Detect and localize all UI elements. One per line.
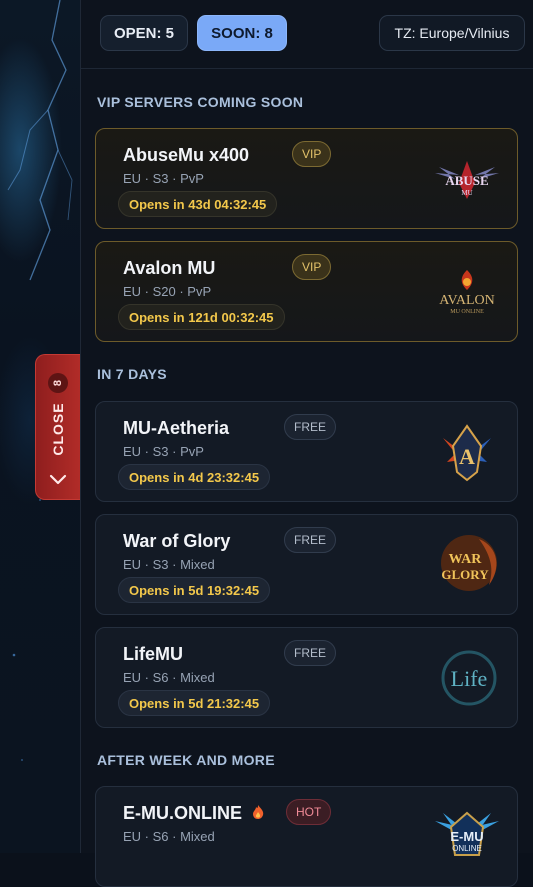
server-meta: EU · S6 · Mixed [123, 829, 215, 844]
svg-text:E-MU: E-MU [450, 829, 483, 844]
svg-text:A: A [459, 444, 475, 469]
section-title-vip: VIP SERVERS COMING SOON [97, 94, 304, 110]
svg-text:ONLINE: ONLINE [452, 844, 482, 853]
close-tab-label: CLOSE [50, 402, 66, 456]
server-meta: EU · S3 · Mixed [123, 557, 215, 572]
free-badge: FREE [284, 414, 337, 440]
server-name: LifeMU [123, 644, 183, 664]
close-panel-tab[interactable]: 8 CLOSE [35, 354, 80, 500]
free-badge: FREE [284, 640, 337, 666]
avalon-logo-icon: AVALON MU ONLINE [439, 270, 495, 315]
opening-countdown: Opens in 43d 04:32:45 [118, 191, 278, 217]
svg-text:AVALON: AVALON [439, 293, 495, 308]
free-badge: FREE [284, 527, 337, 553]
svg-text:MU: MU [461, 189, 472, 197]
server-name-row: E-MU.ONLINE [123, 803, 265, 824]
close-tab-count-badge: 8 [48, 373, 68, 393]
servers-panel: OPEN: 5 SOON: 8 TZ: Europe/Vilnius VIP S… [80, 0, 533, 887]
section-title-after-week: AFTER WEEK AND MORE [97, 752, 275, 768]
abusemu-logo-icon: ABUSE MU [435, 161, 499, 199]
opening-countdown: Opens in 121d 00:32:45 [118, 304, 285, 330]
opening-countdown: Opens in 5d 21:32:45 [118, 690, 271, 716]
timezone-selector[interactable]: TZ: Europe/Vilnius [379, 15, 525, 51]
hot-badge: HOT [286, 799, 332, 825]
server-name: MU-Aetheria [123, 418, 230, 438]
emu-online-logo-icon: E-MU ONLINE [435, 811, 499, 856]
server-card[interactable]: War of Glory FREE EU · S3 · Mixed Opens … [95, 514, 518, 615]
aetheria-logo-icon: A [443, 424, 491, 482]
server-name: War of Glory [123, 531, 231, 551]
server-card[interactable]: Avalon MU VIP EU · S20 · PvP Opens in 12… [95, 241, 518, 342]
section-title-7-days: IN 7 DAYS [97, 366, 167, 382]
server-card[interactable]: AbuseMu x400 VIP EU · S3 · PvP Opens in … [95, 128, 518, 229]
lifemu-logo-icon: Life [441, 650, 497, 706]
server-card[interactable]: MU-Aetheria FREE EU · S3 · PvP Opens in … [95, 401, 518, 502]
svg-text:ABUSE: ABUSE [445, 173, 488, 188]
svg-text:MU ONLINE: MU ONLINE [450, 309, 484, 315]
open-filter-button[interactable]: OPEN: 5 [100, 15, 188, 51]
filter-bar: OPEN: 5 SOON: 8 TZ: Europe/Vilnius [81, 0, 533, 69]
chevron-down-icon [49, 474, 67, 485]
svg-text:Life: Life [451, 666, 488, 691]
opening-countdown: Opens in 4d 23:32:45 [118, 464, 271, 490]
server-meta: EU · S6 · Mixed [123, 670, 215, 685]
server-name: AbuseMu x400 [123, 145, 250, 165]
server-name: Avalon MU [123, 258, 216, 278]
svg-text:WAR: WAR [449, 552, 483, 567]
svg-text:GLORY: GLORY [441, 567, 489, 582]
vip-badge: VIP [292, 254, 332, 280]
opening-countdown: Opens in 5d 19:32:45 [118, 577, 271, 603]
fire-icon [253, 805, 264, 819]
vip-badge: VIP [292, 141, 332, 167]
server-meta: EU · S3 · PvP [123, 444, 204, 459]
war-of-glory-logo-icon: WAR GLORY [441, 535, 497, 591]
soon-filter-button[interactable]: SOON: 8 [197, 15, 287, 51]
server-name: E-MU.ONLINE [123, 803, 242, 823]
server-meta: EU · S3 · PvP [123, 171, 204, 186]
server-meta: EU · S20 · PvP [123, 284, 212, 299]
server-card[interactable]: LifeMU FREE EU · S6 · Mixed Opens in 5d … [95, 627, 518, 728]
server-card[interactable]: E-MU.ONLINE HOT EU · S6 · Mixed E-MU ONL… [95, 786, 518, 887]
